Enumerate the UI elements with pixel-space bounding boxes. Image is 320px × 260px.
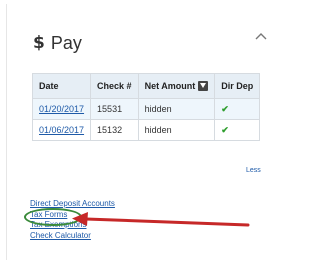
cell-check: 15132 — [90, 119, 139, 141]
cell-check: 15531 — [90, 98, 139, 120]
cell-net-amount: hidden — [137, 119, 216, 141]
column-header-dir-dep[interactable]: Dir Dep — [214, 73, 261, 99]
pay-header: $ Pay — [33, 34, 82, 52]
dollar-icon: $ — [33, 32, 45, 53]
column-header-date[interactable]: Date — [31, 73, 92, 99]
cell-dir-dep: ✔ — [214, 119, 261, 141]
red-arrow-icon — [72, 212, 250, 227]
table-header-row: Date Check # Net Amount Dir Dep — [31, 73, 261, 99]
cell-net-amount: hidden — [137, 98, 216, 120]
pay-table: Date Check # Net Amount Dir Dep 01/20/20… — [31, 73, 261, 141]
chevron-up-icon[interactable] — [254, 30, 268, 44]
table-row: 01/20/2017 15531 hidden ✔ — [31, 98, 261, 120]
column-header-check[interactable]: Check # — [90, 73, 139, 99]
date-link[interactable]: 01/06/2017 — [39, 125, 84, 135]
cell-date[interactable]: 01/06/2017 — [31, 119, 92, 141]
link-check-calculator[interactable]: Check Calculator — [30, 231, 115, 242]
less-link[interactable]: Less — [246, 167, 261, 174]
card-title: Pay — [50, 33, 82, 53]
cell-dir-dep: ✔ — [214, 98, 261, 120]
column-header-net-amount[interactable]: Net Amount — [137, 73, 216, 99]
cell-date[interactable]: 01/20/2017 — [31, 98, 92, 120]
checkmark-icon: ✔ — [221, 103, 229, 114]
filter-icon[interactable] — [198, 81, 209, 91]
date-link[interactable]: 01/20/2017 — [39, 104, 84, 114]
table-row: 01/06/2017 15132 hidden ✔ — [31, 119, 261, 141]
checkmark-icon: ✔ — [221, 124, 229, 135]
